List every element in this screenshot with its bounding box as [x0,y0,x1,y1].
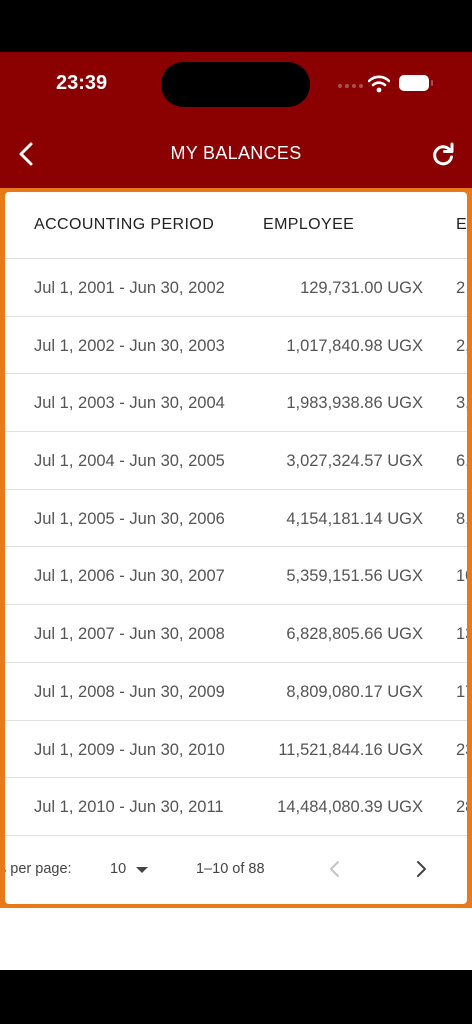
employee-cell: 1,017,840.98 UGX [286,336,423,355]
table-header: ACCOUNTING PERIOD EMPLOYEE E [5,192,467,259]
employer-cell: 13,6 [456,625,467,644]
employer-cell: 8,3 [456,509,467,528]
employer-cell: 17,6 [456,682,467,701]
dynamic-island [161,62,310,107]
status-time: 23:39 [56,72,108,94]
employee-cell: 14,484,080.39 UGX [277,798,423,817]
table-row[interactable]: Jul 1, 2009 - Jun 30, 2010 11,521,844.16… [5,721,467,779]
employee-cell: 4,154,181.14 UGX [286,509,423,528]
next-page-button[interactable] [411,858,431,880]
table-row[interactable]: Jul 1, 2006 - Jun 30, 2007 5,359,151.56 … [5,547,467,606]
table-row[interactable]: Jul 1, 2003 - Jun 30, 2004 1,983,938.86 … [5,374,467,433]
balances-table[interactable]: ACCOUNTING PERIOD EMPLOYEE E Jul 1, 2001… [5,192,467,836]
employee-cell: 129,731.00 UGX [300,279,423,297]
cellular-signal-icon [338,84,363,88]
refresh-button[interactable] [430,142,456,168]
previous-page-button[interactable] [325,858,345,880]
table-row[interactable]: Jul 1, 2010 - Jun 30, 2011 14,484,080.39… [5,778,467,836]
employee-cell: 6,828,805.66 UGX [286,625,423,644]
employer-cell: 2 [456,279,466,297]
caret-down-icon[interactable] [136,867,148,873]
rows-per-page-label: s per page: [5,861,72,877]
column-header-employer[interactable]: E [456,216,467,234]
employee-cell: 5,359,151.56 UGX [286,567,423,586]
wifi-icon [368,75,390,93]
page-title: MY BALANCES [170,143,302,163]
employee-cell: 3,027,324.57 UGX [286,452,423,471]
content-background [0,908,472,970]
table-row[interactable]: Jul 1, 2008 - Jun 30, 2009 8,809,080.17 … [5,663,467,721]
employer-cell: 2,0 [456,336,467,355]
table-row[interactable]: Jul 1, 2004 - Jun 30, 2005 3,027,324.57 … [5,432,467,490]
pagination-range: 1–10 of 88 [196,861,265,877]
table-row[interactable]: Jul 1, 2001 - Jun 30, 2002 129,731.00 UG… [5,259,467,317]
column-header-accounting-period[interactable]: ACCOUNTING PERIOD [34,216,214,234]
employer-cell: 10,7 [456,567,467,586]
balances-card: ACCOUNTING PERIOD EMPLOYEE E Jul 1, 2001… [5,192,467,904]
employee-cell: 1,983,938.86 UGX [286,394,423,413]
employer-cell: 6,0 [456,452,467,471]
table-row[interactable]: Jul 1, 2007 - Jun 30, 2008 6,828,805.66 … [5,605,467,663]
top-bezel [0,0,472,52]
pagination-footer: s per page: 10 1–10 of 88 [5,836,467,904]
table-row[interactable]: Jul 1, 2005 - Jun 30, 2006 4,154,181.14 … [5,490,467,548]
employer-cell: 28,9 [456,798,467,817]
bottom-bezel [0,970,472,1024]
employer-cell: 23,0 [456,740,467,759]
battery-icon [399,75,433,91]
employee-cell: 8,809,080.17 UGX [286,682,423,701]
rows-per-page-select[interactable]: 10 [110,861,126,877]
column-header-employee[interactable]: EMPLOYEE [263,216,354,234]
table-row[interactable]: Jul 1, 2002 - Jun 30, 2003 1,017,840.98 … [5,317,467,375]
employer-cell: 3,9 [456,394,467,413]
employee-cell: 11,521,844.16 UGX [278,740,423,759]
